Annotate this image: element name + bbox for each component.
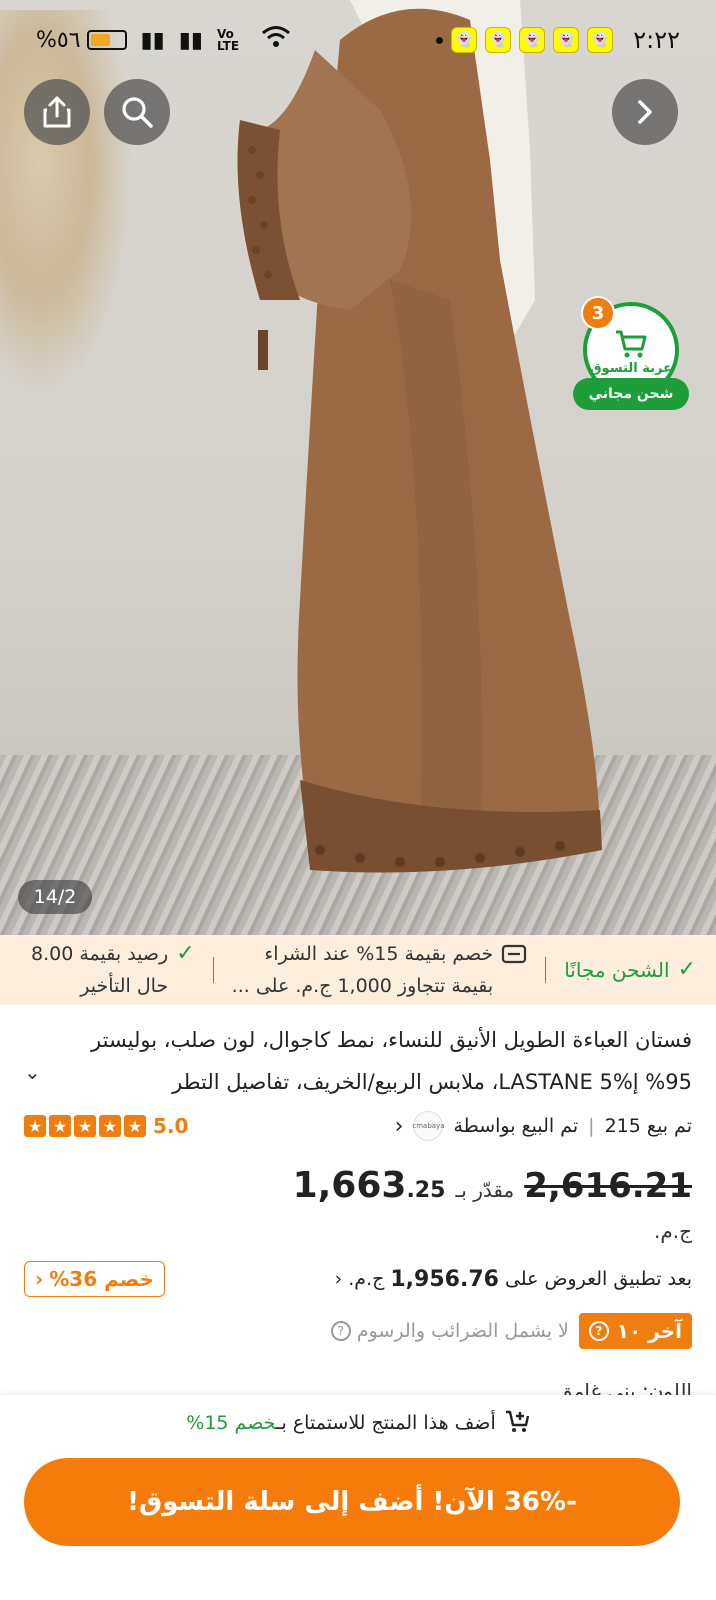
search-icon (122, 97, 153, 128)
add-to-cart-button[interactable]: -36% الآن! أضف إلى سلة التسوق! (24, 1458, 680, 1546)
cart-icon (616, 330, 647, 357)
free-shipping-badge: شحن مجاني (573, 378, 689, 410)
share-button[interactable] (24, 79, 90, 145)
dress-illustration (237, 0, 602, 873)
bottom-action-bar: أضف هذا المنتج للاستمتاع بـخصم 15% -36% … (0, 1395, 716, 1600)
product-info: فستان العباءة الطويل الأنيق للنساء، نمط … (0, 1005, 716, 1409)
clock: ٢:٢٢ (633, 26, 680, 54)
snapchat-icon: 👻 (485, 27, 512, 53)
chevron-left-icon: ‹ (334, 1268, 343, 1290)
signal-icon-2: ▮▮ (178, 27, 203, 53)
after-offers-price: 1,956.76 (390, 1266, 499, 1292)
chevron-right-icon (638, 100, 652, 124)
snapchat-icon: 👻 (587, 27, 614, 53)
back-button[interactable] (612, 79, 678, 145)
divider: | (588, 1115, 595, 1137)
star-icon: ★ (49, 1115, 71, 1137)
snapchat-icon: 👻 (553, 27, 580, 53)
coupon-icon (502, 944, 527, 964)
sale-price: 1,663.25 (292, 1165, 446, 1206)
product-title-block[interactable]: فستان العباءة الطويل الأنيق للنساء، نمط … (24, 1019, 692, 1103)
divider (212, 957, 214, 983)
rating-value: 5.0 (153, 1114, 189, 1138)
rating[interactable]: ★ ★ ★ ★ ★ 5.0 (24, 1114, 188, 1138)
signal-icon: ▮▮ (140, 27, 165, 53)
chevron-left-icon[interactable]: ‹ (395, 1114, 404, 1139)
cart-label: عربة التسوق (590, 360, 672, 376)
discount-line-1: خصم بقيمة 15% عند الشراء (264, 943, 494, 965)
notification-dot (436, 36, 444, 44)
promo-strip[interactable]: ✓ الشحن مجانًا خصم بقيمة 15% عند الشراء … (0, 935, 716, 1005)
question-icon: ? (330, 1321, 351, 1341)
check-icon: ✓ (677, 957, 696, 982)
snapchat-icon: 👻 (519, 27, 546, 53)
search-button[interactable] (104, 79, 170, 145)
after-offers-currency: ج.م. (348, 1268, 385, 1290)
chevron-left-icon: ‹ (35, 1267, 44, 1291)
discount-promo[interactable]: خصم بقيمة 15% عند الشراء بقيمة تتجاوز 1,… (232, 938, 528, 1002)
product-image-gallery[interactable]: %٥٦ ▮▮ ▮▮ Vo LTE 👻 👻 👻 👻 👻 ٢:٢٢ عربة الت… (0, 0, 716, 955)
star-icon: ★ (74, 1115, 96, 1137)
cart-floating-button[interactable]: عربة التسوق 3 شحن مجاني (573, 296, 689, 412)
question-icon: ? (588, 1321, 609, 1341)
last-items-badge[interactable]: آخر ١٠ ? (578, 1313, 692, 1349)
currency-label: ج.م. (653, 1219, 692, 1243)
cart-plus-icon (504, 1409, 530, 1438)
volte-label: Vo LTE (216, 27, 240, 53)
chevron-down-icon[interactable]: ⌄ (24, 1051, 41, 1093)
original-price: 2,616.21 (524, 1166, 692, 1206)
battery-percent: %٥٦ (36, 27, 81, 53)
sold-row: تم بيع 215 | تم البيع بواسطة cmabaya ‹ ★… (24, 1109, 692, 1143)
free-shipping-promo[interactable]: ✓ الشحن مجانًا (564, 954, 696, 986)
snapchat-icon: 👻 (451, 27, 478, 53)
credit-promo[interactable]: ✓ رصيد بقيمة 8.00 حال التأخير (31, 938, 195, 1002)
status-bar: %٥٦ ▮▮ ▮▮ Vo LTE 👻 👻 👻 👻 👻 ٢:٢٢ (0, 0, 716, 80)
check-icon: ✓ (176, 941, 195, 966)
discount-line-2: بقيمة تتجاوز 1,000 ج.م. على ... (231, 975, 494, 997)
star-icon: ★ (24, 1115, 46, 1137)
tax-row: آخر ١٠ ? لا يشمل الضرائب والرسوم ? (24, 1311, 692, 1351)
star-icon: ★ (124, 1115, 146, 1137)
sold-count: تم بيع 215 (604, 1115, 692, 1137)
bottom-promo-message: أضف هذا المنتج للاستمتاع بـخصم 15% (0, 1397, 716, 1449)
after-offers-row[interactable]: بعد تطبيق العروض على 1,956.76 ج.م. ‹ خصم… (24, 1259, 692, 1299)
tax-note[interactable]: لا يشمل الضرائب والرسوم ? (330, 1320, 569, 1342)
after-offers-label: بعد تطبيق العروض على (504, 1268, 692, 1290)
divider (545, 957, 547, 983)
credit-line-2: حال التأخير (80, 975, 169, 997)
star-icon: ★ (99, 1115, 121, 1137)
estimated-label: مقدّر بـ (455, 1178, 515, 1202)
discount-chip[interactable]: خصم 36% ‹ (24, 1261, 165, 1297)
wifi-icon (261, 25, 291, 55)
title-fade (54, 1061, 164, 1103)
image-counter: 14/2 (18, 880, 92, 914)
cart-count-badge: 3 (581, 296, 615, 330)
seller-logo[interactable]: cmabaya (412, 1111, 445, 1141)
sold-by-label[interactable]: تم البيع بواسطة (453, 1115, 578, 1137)
credit-line-1: رصيد بقيمة 8.00 (31, 943, 169, 965)
discount-chip-label: خصم 36% (49, 1267, 154, 1291)
share-icon (43, 96, 71, 128)
price-row: 2,616.21 مقدّر بـ 1,663.25 (24, 1165, 692, 1209)
battery-indicator: %٥٦ (36, 28, 127, 53)
product-title: فستان العباءة الطويل الأنيق للنساء، نمط … (91, 1028, 692, 1094)
